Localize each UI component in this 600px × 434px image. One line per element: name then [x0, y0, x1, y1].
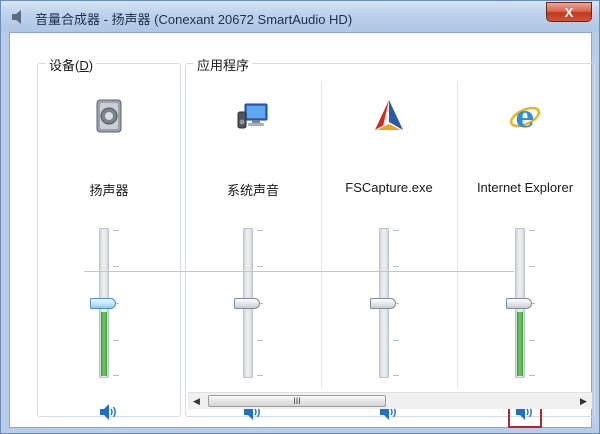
system-sounds-icon[interactable] [235, 98, 271, 134]
channel-speaker: 扬声器 [42, 80, 176, 420]
speaker-title-icon [12, 10, 21, 24]
scroll-right-arrow-icon[interactable]: ▶ [575, 393, 592, 409]
close-button[interactable]: X [546, 2, 592, 22]
internet-explorer-icon[interactable]: e [507, 98, 543, 134]
close-icon: X [564, 4, 574, 20]
device-group-label: 设备(D) [46, 55, 97, 74]
window-title: 音量合成器 - 扬声器 (Conexant 20672 SmartAudio H… [35, 12, 353, 27]
mixer-client-area: 设备(D) 扬声器 应用程序 系统声音 FSCapture.exe e Inte… [9, 32, 595, 428]
horizontal-scrollbar[interactable]: ◀ III ▶ [188, 392, 592, 409]
channel-label: 扬声器 [89, 183, 129, 198]
volume-slider-thumb[interactable] [370, 298, 396, 309]
svg-text:e: e [515, 100, 534, 134]
channel-label: Internet Explorer [476, 180, 574, 195]
speaker-device-icon[interactable] [91, 98, 127, 134]
fscapture-icon[interactable] [371, 98, 407, 134]
volume-level-fill [517, 312, 523, 376]
channel-fscapture: FSCapture.exe [322, 80, 456, 420]
volume-slider-thumb[interactable] [234, 298, 260, 309]
speaker-volume-icon [100, 404, 116, 420]
scroll-thumb[interactable]: III [208, 395, 386, 407]
volume-link-line [84, 271, 514, 272]
applications-group: 应用程序 系统声音 FSCapture.exe e Internet Explo… [185, 55, 595, 428]
channel-internet-explorer: e Internet Explorer [458, 80, 592, 428]
volume-mixer-window: 音量合成器 - 扬声器 (Conexant 20672 SmartAudio H… [0, 0, 600, 434]
channel-label: FSCapture.exe [345, 180, 433, 195]
volume-slider-thumb[interactable] [506, 298, 532, 309]
mute-button[interactable] [92, 396, 126, 428]
volume-level-fill [101, 312, 107, 376]
channel-label: 系统声音 [226, 183, 279, 198]
device-group: 设备(D) 扬声器 [37, 55, 181, 420]
scroll-left-arrow-icon[interactable]: ◀ [188, 393, 205, 409]
applications-group-label: 应用程序 [194, 55, 253, 74]
title-bar[interactable]: 音量合成器 - 扬声器 (Conexant 20672 SmartAudio H… [1, 1, 599, 32]
volume-slider-thumb[interactable] [90, 298, 116, 309]
channel-system-sounds: 系统声音 [186, 80, 320, 420]
